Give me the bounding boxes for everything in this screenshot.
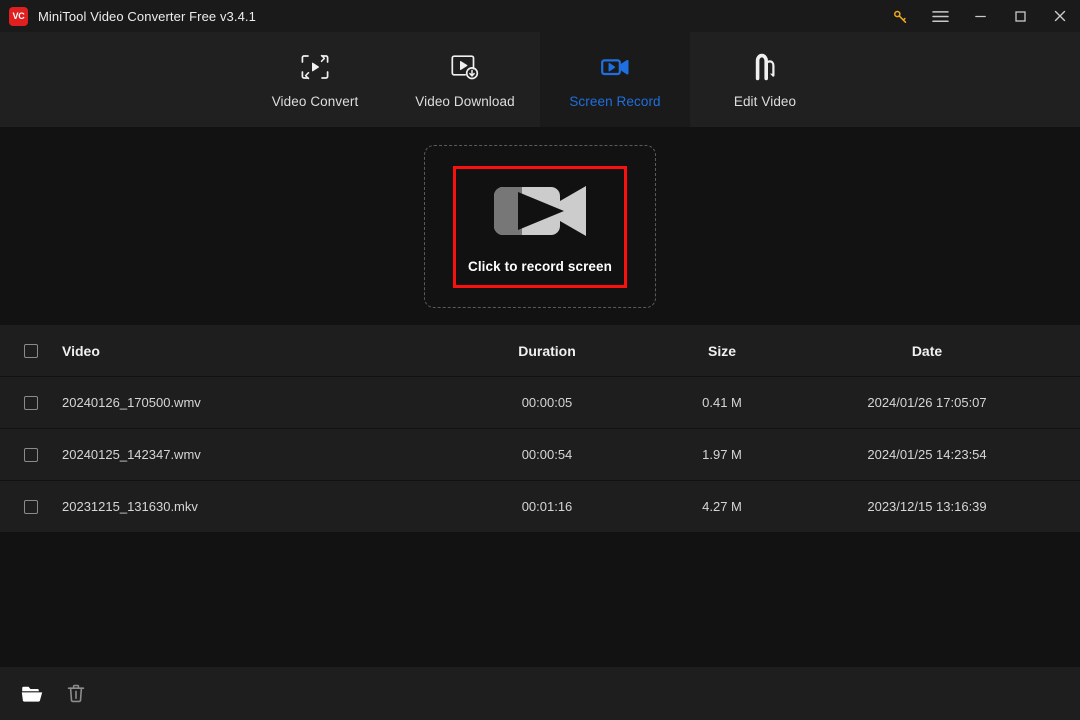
camcorder-icon [492, 184, 588, 243]
cell-video-name: 20240126_170500.wmv [62, 395, 201, 410]
cell-video-name: 20231215_131630.mkv [62, 499, 198, 514]
menu-icon[interactable] [920, 0, 960, 32]
record-button-label: Click to record screen [467, 258, 612, 274]
minimize-icon[interactable] [960, 0, 1000, 32]
cell-date: 2024/01/25 14:23:54 [867, 447, 987, 462]
nav-label-edit-video: Edit Video [733, 94, 797, 109]
close-icon[interactable] [1040, 0, 1080, 32]
table-header-row: Video Duration Size Date [0, 325, 1080, 377]
app-window: VC MiniTool Video Converter Free v3.4.1 [0, 0, 1080, 720]
record-area: Click to record screen [0, 128, 1080, 325]
cell-duration: 00:00:05 [521, 395, 573, 410]
row-checkbox[interactable] [24, 499, 38, 514]
table-empty-space [0, 533, 1080, 666]
nav-item-edit-video[interactable]: Edit Video [690, 32, 840, 127]
screen-record-icon [599, 50, 631, 84]
bottom-toolbar [0, 666, 1080, 720]
row-checkbox[interactable] [24, 395, 38, 410]
table-row[interactable]: 20240125_142347.wmv 00:00:54 1.97 M 2024… [0, 429, 1080, 481]
row-select-cell [0, 447, 62, 462]
cell-size: 4.27 M [702, 499, 742, 514]
cell-size: 1.97 M [702, 447, 742, 462]
open-folder-icon[interactable] [18, 680, 46, 708]
key-icon[interactable] [880, 0, 920, 32]
app-logo-text: VC [12, 10, 25, 21]
column-header-date[interactable]: Date [812, 343, 1080, 359]
nav-item-screen-record[interactable]: Screen Record [540, 32, 690, 127]
select-all-checkbox[interactable] [24, 343, 38, 358]
table-row[interactable]: 20240126_170500.wmv 00:00:05 0.41 M 2024… [0, 377, 1080, 429]
title-bar: VC MiniTool Video Converter Free v3.4.1 [0, 0, 1080, 32]
nav-label-screen-record: Screen Record [569, 94, 661, 109]
row-checkbox[interactable] [24, 447, 38, 462]
select-all-cell [0, 343, 62, 358]
main-nav: Video Convert Video Download Screen Reco… [0, 32, 1080, 128]
table-row[interactable]: 20231215_131630.mkv 00:01:16 4.27 M 2023… [0, 481, 1080, 533]
cell-size: 0.41 M [702, 395, 742, 410]
cell-video-name: 20240125_142347.wmv [62, 447, 201, 462]
cell-duration: 00:01:16 [521, 499, 573, 514]
app-title: MiniTool Video Converter Free v3.4.1 [38, 8, 256, 24]
recordings-table: Video Duration Size Date 20240126_170500… [0, 325, 1080, 666]
nav-label-video-convert: Video Convert [271, 94, 359, 109]
record-drop-zone: Click to record screen [424, 145, 656, 308]
maximize-icon[interactable] [1000, 0, 1040, 32]
delete-icon[interactable] [62, 680, 90, 708]
video-convert-icon [299, 50, 331, 84]
nav-item-video-convert[interactable]: Video Convert [240, 32, 390, 127]
edit-video-icon [749, 50, 781, 84]
column-header-size[interactable]: Size [632, 343, 812, 359]
column-header-duration[interactable]: Duration [462, 343, 632, 359]
video-download-icon [449, 50, 481, 84]
cell-date: 2023/12/15 13:16:39 [867, 499, 987, 514]
app-logo: VC [9, 6, 28, 26]
cell-duration: 00:00:54 [521, 447, 573, 462]
cell-date: 2024/01/26 17:05:07 [867, 395, 987, 410]
record-screen-button[interactable]: Click to record screen [453, 165, 627, 288]
row-select-cell [0, 499, 62, 514]
nav-item-video-download[interactable]: Video Download [390, 32, 540, 127]
nav-label-video-download: Video Download [415, 94, 515, 109]
row-select-cell [0, 395, 62, 410]
column-header-video[interactable]: Video [62, 343, 462, 359]
